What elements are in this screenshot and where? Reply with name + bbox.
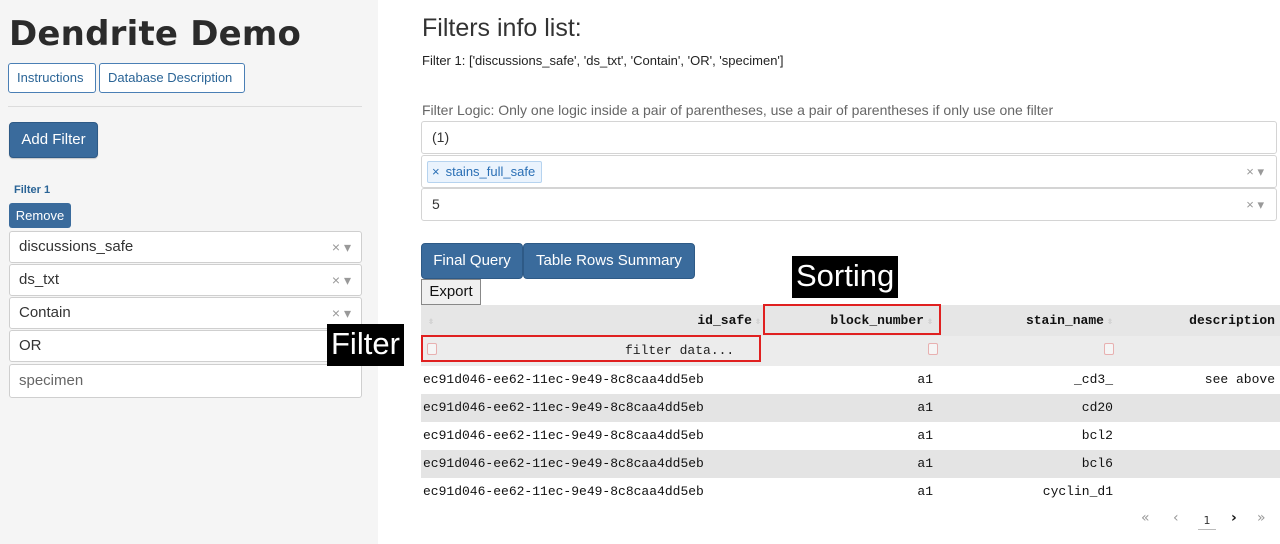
page-title: Filters info list: <box>422 14 582 42</box>
cell-description <box>1117 450 1275 478</box>
cell-description <box>1117 422 1275 450</box>
filter-box[interactable] <box>1104 343 1114 355</box>
first-page-button[interactable]: « <box>1141 510 1150 526</box>
sorting-highlight <box>763 304 941 335</box>
filter-summary: Filter 1: ['discussions_safe', 'ds_txt',… <box>422 53 784 68</box>
filter-logic-label: Filter Logic: Only one logic inside a pa… <box>422 102 1054 118</box>
header-label: id_safe <box>697 313 752 328</box>
final-query-button[interactable]: Final Query <box>421 243 523 279</box>
cell-block-number: a1 <box>917 428 933 443</box>
filter-label: Filter 1 <box>14 184 51 196</box>
cell-block-number: a1 <box>917 372 933 387</box>
operator-select-value: Contain <box>19 304 71 321</box>
table-select-value: ds_txt <box>19 271 60 288</box>
value-input[interactable]: specimen <box>9 364 362 398</box>
table-row: ec91d046-ee62-11ec-9e49-8c8caa4dd5eb a1 bc… <box>421 450 1280 478</box>
sort-icon: ⇳ <box>428 317 435 328</box>
header-stain-name[interactable]: stain_name ⇳ <box>937 305 1117 336</box>
filter-box[interactable] <box>928 343 938 355</box>
cell-id-safe: ec91d046-ee62-11ec-9e49-8c8caa4dd5eb <box>423 428 704 443</box>
cell-block-number: a1 <box>917 456 933 471</box>
header-id-safe[interactable]: id_safe ⇳ <box>443 305 765 336</box>
filter-annotation: Filter <box>327 324 404 366</box>
sort-icon: ⇳ <box>1106 317 1113 328</box>
prev-page-button[interactable]: ‹ <box>1173 510 1179 526</box>
table-row: ec91d046-ee62-11ec-9e49-8c8caa4dd5eb a1 _c… <box>421 366 1280 394</box>
next-page-button[interactable]: › <box>1231 510 1237 526</box>
table-row: ec91d046-ee62-11ec-9e49-8c8caa4dd5eb a1 bc… <box>421 422 1280 450</box>
tag-remove-icon[interactable]: × <box>432 164 440 179</box>
clear-dropdown-icon[interactable]: × ▾ <box>332 265 351 295</box>
clear-dropdown-icon[interactable]: × ▾ <box>1246 189 1264 220</box>
header-label: stain_name <box>1025 313 1104 328</box>
remove-filter-button[interactable]: Remove <box>9 203 71 228</box>
header-label: description <box>1189 313 1275 328</box>
cell-stain-name: cyclin_d1 <box>1042 484 1113 499</box>
rows-select[interactable]: 5 × ▾ <box>421 188 1277 221</box>
cell-stain-name: _cd3_ <box>1073 372 1113 387</box>
database-description-button[interactable]: Database Description <box>99 63 245 93</box>
logic-select[interactable]: OR <box>9 330 362 362</box>
add-filter-button[interactable]: Add Filter <box>9 122 98 158</box>
sidebar: Dendrite Demo Instructions Database Desc… <box>0 0 378 544</box>
column-tag[interactable]: × stains_full_safe <box>427 161 543 183</box>
table-row: ec91d046-ee62-11ec-9e49-8c8caa4dd5eb a1 cy… <box>421 478 1280 506</box>
cell-description <box>1117 478 1275 506</box>
export-button[interactable]: Export <box>421 279 481 305</box>
column-multiselect[interactable]: × stains_full_safe × ▾ <box>421 155 1277 188</box>
cell-id-safe: ec91d046-ee62-11ec-9e49-8c8caa4dd5eb <box>423 484 704 499</box>
cell-id-safe: ec91d046-ee62-11ec-9e49-8c8caa4dd5eb <box>423 456 704 471</box>
cell-description: see above <box>1204 372 1275 387</box>
filter-logic-value: (1) <box>432 129 450 145</box>
last-page-button[interactable]: » <box>1257 510 1266 526</box>
cell-description <box>1117 394 1275 422</box>
clear-dropdown-icon[interactable]: × ▾ <box>332 232 351 262</box>
cell-id-safe: ec91d046-ee62-11ec-9e49-8c8caa4dd5eb <box>423 400 704 415</box>
sidebar-divider <box>8 106 362 107</box>
cell-stain-name: bcl6 <box>1081 456 1113 471</box>
table-select[interactable]: ds_txt × ▾ <box>9 264 362 296</box>
table-body: ec91d046-ee62-11ec-9e49-8c8caa4dd5eb a1 _c… <box>421 366 1280 506</box>
rows-select-value: 5 <box>432 196 440 212</box>
sort-icon: ⇳ <box>754 317 761 328</box>
clear-dropdown-icon[interactable]: × ▾ <box>1246 156 1264 187</box>
table-rows-summary-button[interactable]: Table Rows Summary <box>523 243 695 279</box>
value-input-placeholder: specimen <box>19 372 84 389</box>
table-row: ec91d046-ee62-11ec-9e49-8c8caa4dd5eb a1 cd… <box>421 394 1280 422</box>
cell-id-safe: ec91d046-ee62-11ec-9e49-8c8caa4dd5eb <box>423 372 704 387</box>
sorting-annotation: Sorting <box>792 256 899 298</box>
app-title: Dendrite Demo <box>9 14 302 54</box>
header-index[interactable]: ⇳ <box>421 305 443 336</box>
column-tag-label: stains_full_safe <box>445 164 536 179</box>
cell-stain-name: bcl2 <box>1081 428 1113 443</box>
cell-block-number: a1 <box>917 484 933 499</box>
instructions-button[interactable]: Instructions <box>8 63 96 93</box>
logic-select-value: OR <box>19 337 42 354</box>
filter-highlight <box>421 335 761 362</box>
header-description[interactable]: description <box>1117 305 1275 336</box>
operator-select[interactable]: Contain × ▾ <box>9 297 362 329</box>
page-number-input[interactable]: 1 <box>1198 514 1216 530</box>
filter-logic-input[interactable]: (1) <box>421 121 1277 154</box>
column-select-value: discussions_safe <box>19 238 134 255</box>
cell-stain-name: cd20 <box>1081 400 1113 415</box>
cell-block-number: a1 <box>917 400 933 415</box>
column-select[interactable]: discussions_safe × ▾ <box>9 231 362 263</box>
